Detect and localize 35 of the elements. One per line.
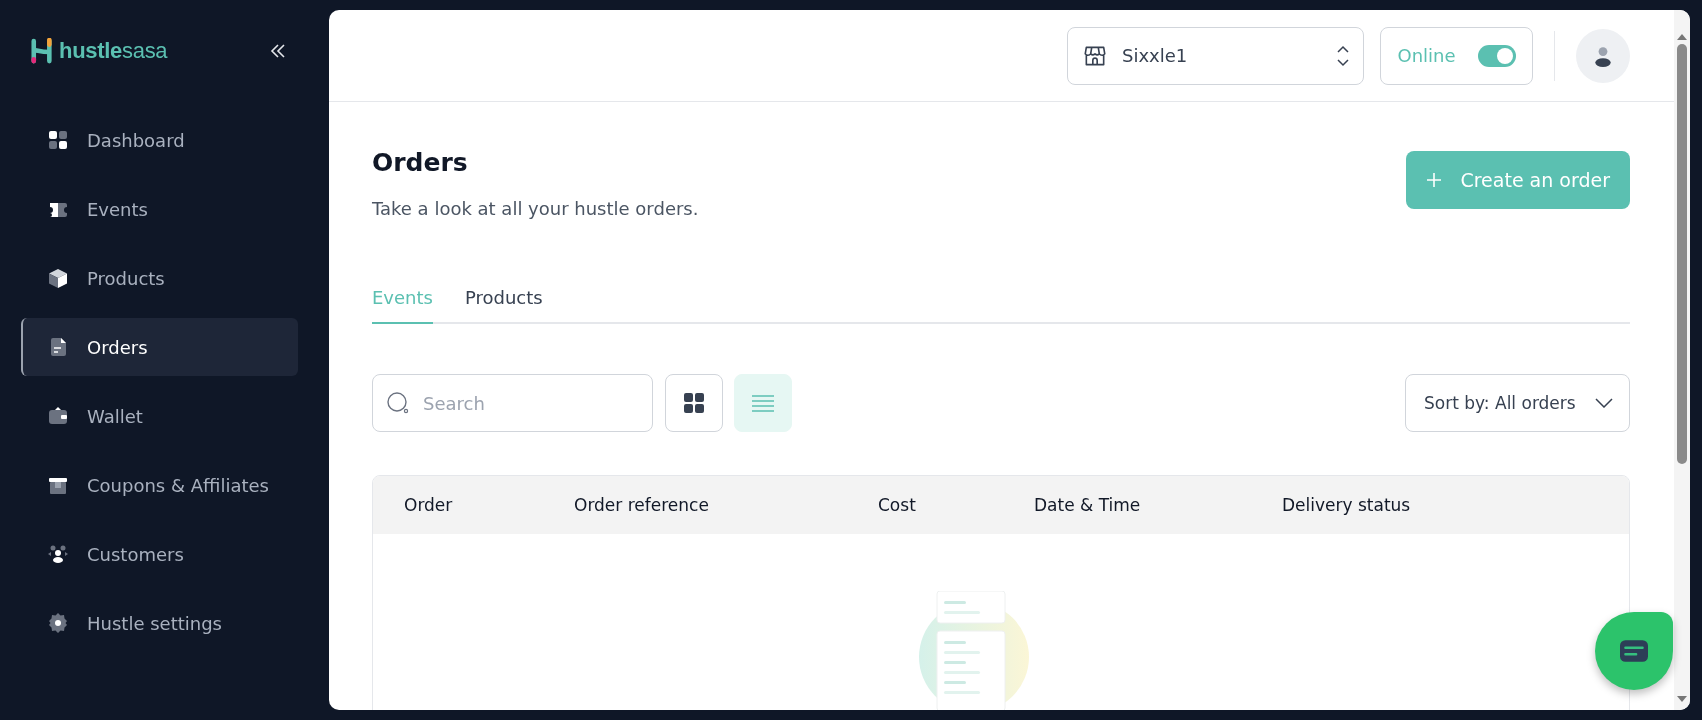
chat-icon — [1620, 640, 1648, 662]
chevron-down-icon — [1595, 398, 1613, 408]
sidebar-item[interactable]: Coupons & Affiliates — [21, 456, 298, 514]
sidebar-item[interactable]: Events — [21, 180, 298, 238]
column-header: Order — [404, 495, 454, 515]
people-icon — [47, 543, 69, 565]
sidebar-item[interactable]: Hustle settings — [21, 594, 298, 652]
column-header: Delivery status — [1282, 495, 1412, 515]
page-title: Orders — [372, 148, 469, 177]
scroll-up-icon[interactable] — [1677, 34, 1687, 40]
tab[interactable]: Products — [464, 287, 543, 324]
column-header: Date & Time — [1034, 495, 1142, 515]
logo[interactable]: hustlesasa — [31, 38, 168, 64]
sidebar-item[interactable]: Dashboard — [21, 111, 298, 169]
chevron-up-down-icon — [1337, 44, 1349, 67]
page-subtitle: Take a look at all your hustle orders. — [372, 198, 699, 219]
grid-icon — [683, 392, 705, 414]
wallet-icon — [47, 405, 69, 427]
settings-icon — [47, 612, 69, 634]
sidebar-item[interactable]: Customers — [21, 525, 298, 583]
scroll-down-icon[interactable] — [1677, 696, 1687, 702]
sort-dropdown[interactable]: Sort by: All orders — [1405, 374, 1630, 432]
plus-icon — [1426, 172, 1443, 188]
cube-icon — [47, 267, 69, 289]
search-field[interactable]: Search — [372, 374, 653, 432]
grid-view-button[interactable] — [665, 374, 723, 432]
sidebar-item[interactable]: Products — [21, 249, 298, 307]
sidebar-item[interactable]: Wallet — [21, 387, 298, 445]
dashboard-icon — [47, 129, 69, 151]
list-icon — [752, 394, 774, 412]
column-header: Order reference — [574, 495, 710, 515]
column-header: Cost — [878, 495, 917, 515]
store-selector[interactable]: Sixxle1 — [1067, 26, 1364, 85]
scrollbar[interactable] — [1674, 10, 1690, 710]
sidebar-item[interactable]: Orders — [21, 318, 298, 376]
